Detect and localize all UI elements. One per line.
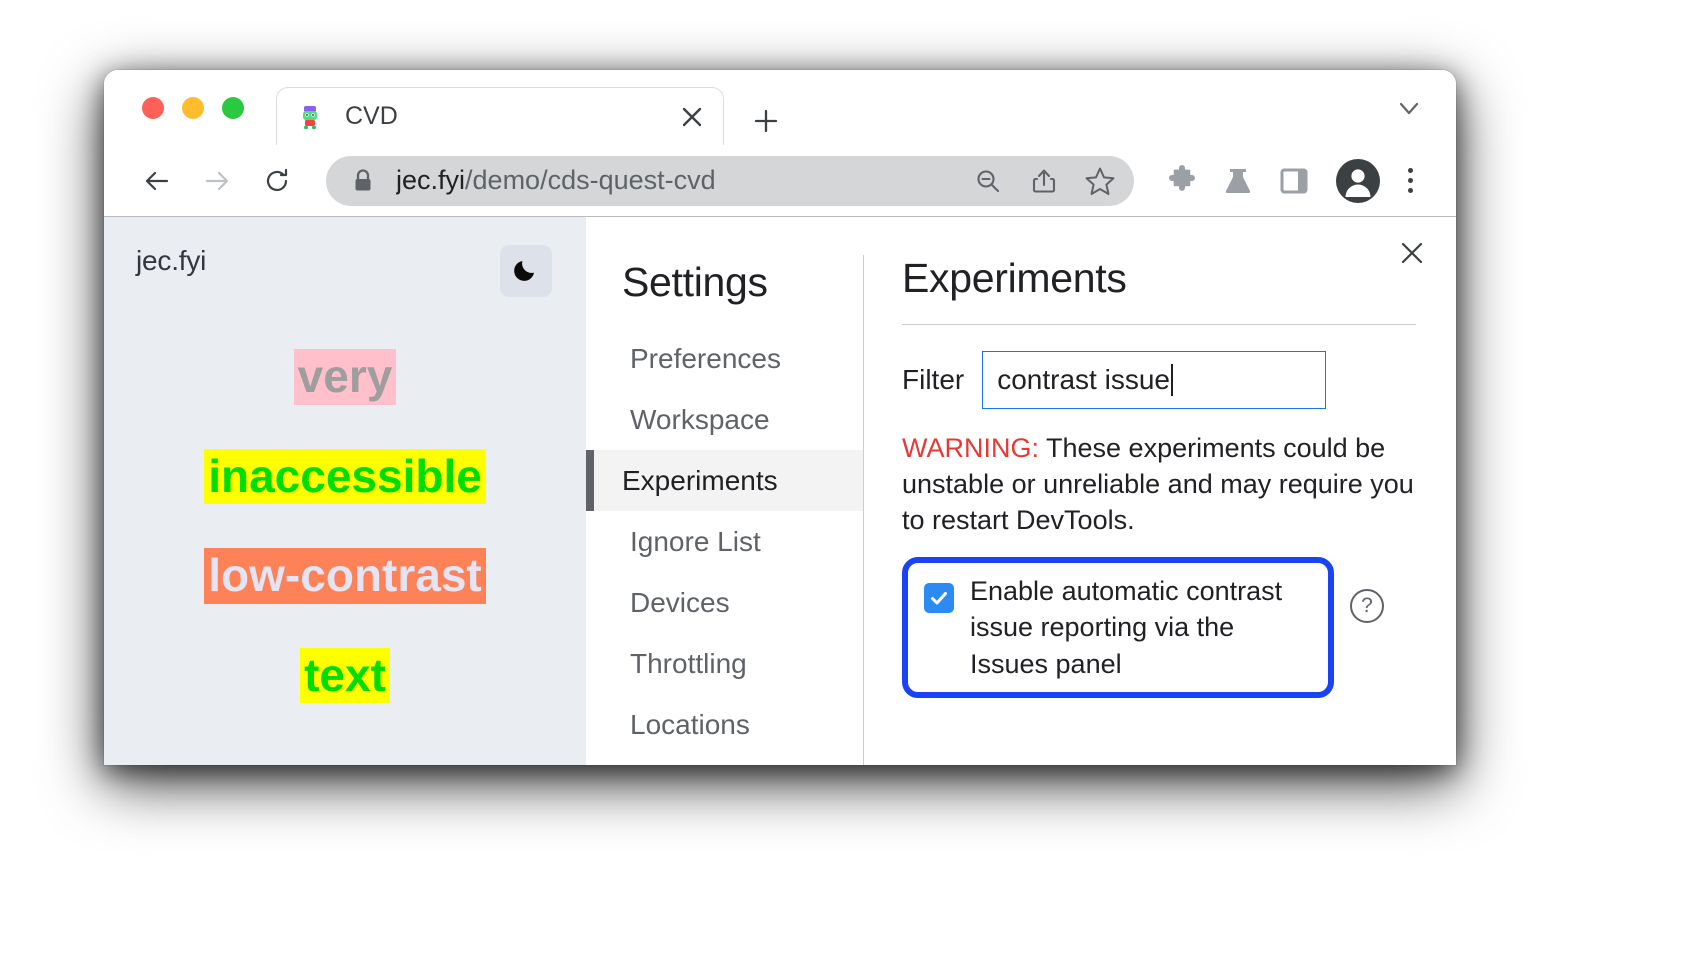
warning-label: WARNING: (902, 433, 1039, 463)
checkbox-checked-icon[interactable] (924, 583, 954, 613)
settings-body: Settings Preferences Workspace Experimen… (586, 217, 1456, 765)
demo-word-text: text (300, 648, 390, 704)
star-icon[interactable] (1074, 159, 1126, 203)
close-icon[interactable] (675, 100, 709, 134)
three-dot-menu-icon[interactable] (1390, 157, 1430, 205)
dark-mode-toggle[interactable] (500, 245, 552, 297)
text-caret (1171, 364, 1173, 396)
warning-text: WARNING: These experiments could be unst… (902, 431, 1416, 539)
omnibox-actions (962, 159, 1126, 203)
zoom-out-icon[interactable] (962, 159, 1014, 203)
filter-label: Filter (902, 364, 964, 396)
sidebar-item-ignore-list[interactable]: Ignore List (586, 511, 863, 572)
tab-strip: CVD (104, 70, 1456, 145)
window-minimize-button[interactable] (182, 97, 204, 119)
experiment-checkbox-row[interactable]: Enable automatic contrast issue reportin… (924, 573, 1312, 682)
reload-icon[interactable] (254, 158, 300, 204)
help-icon[interactable]: ? (1350, 589, 1384, 623)
tab-title: CVD (345, 102, 675, 131)
sidebar-item-workspace[interactable]: Workspace (586, 389, 863, 450)
share-icon[interactable] (1018, 159, 1070, 203)
address-bar-url: jec.fyi/demo/cds-quest-cvd (396, 165, 962, 196)
demo-word-low-contrast: low-contrast (204, 548, 485, 604)
web-page-viewport: jec.fyi very inaccessible low-contrast t… (104, 217, 586, 765)
sidebar-item-preferences[interactable]: Preferences (586, 328, 863, 389)
new-tab-button[interactable] (746, 101, 786, 141)
url-domain: jec.fyi (396, 165, 465, 195)
sidebar-item-throttling[interactable]: Throttling (586, 633, 863, 694)
site-logo[interactable]: jec.fyi (136, 245, 206, 277)
moon-icon (512, 255, 540, 288)
window-close-button[interactable] (142, 97, 164, 119)
filter-row: Filter contrast issue (902, 351, 1416, 409)
browser-tab[interactable]: CVD (276, 87, 724, 145)
address-bar[interactable]: jec.fyi/demo/cds-quest-cvd (326, 156, 1134, 206)
side-panel-icon[interactable] (1268, 157, 1320, 205)
back-arrow-icon[interactable] (134, 158, 180, 204)
browser-toolbar: jec.fyi/demo/cds-quest-cvd (104, 145, 1456, 217)
puzzle-piece-icon[interactable] (1156, 157, 1208, 205)
menu-dots (1408, 168, 1413, 193)
demo-word-very: very (294, 349, 397, 405)
search-input[interactable]: contrast issue (982, 351, 1326, 409)
forward-arrow-icon[interactable] (194, 158, 240, 204)
chevron-down-icon[interactable] (1392, 91, 1426, 125)
help-wrapper: ? (1350, 557, 1384, 623)
page-header: jec.fyi (104, 217, 586, 297)
panel-heading: Experiments (902, 255, 1416, 325)
filter-input-value: contrast issue (997, 364, 1170, 396)
close-icon[interactable] (1394, 235, 1430, 271)
window-content: jec.fyi very inaccessible low-contrast t… (104, 217, 1456, 765)
sidebar-item-locations[interactable]: Locations (586, 694, 863, 755)
browser-window: CVD (104, 70, 1456, 765)
sidebar-item-devices[interactable]: Devices (586, 572, 863, 633)
flask-icon[interactable] (1212, 157, 1264, 205)
sidebar-item-experiments[interactable]: Experiments (586, 450, 863, 511)
settings-sidebar: Settings Preferences Workspace Experimen… (586, 255, 864, 765)
account-avatar-icon[interactable] (1332, 155, 1384, 207)
contrast-demo-list: very inaccessible low-contrast text (104, 349, 586, 703)
settings-title: Settings (586, 259, 863, 328)
screenshot-stage: CVD (0, 0, 1692, 974)
lock-icon (352, 168, 374, 194)
highlight-annotation-box: Enable automatic contrast issue reportin… (902, 557, 1334, 698)
devtools-settings-dialog: Settings Preferences Workspace Experimen… (586, 217, 1456, 765)
experiment-row: Enable automatic contrast issue reportin… (902, 557, 1416, 698)
window-maximize-button[interactable] (222, 97, 244, 119)
experiments-panel: Experiments Filter contrast issue WARNIN… (864, 255, 1456, 765)
dino-avatar-icon (297, 104, 323, 130)
traffic-lights (104, 97, 244, 119)
demo-word-inaccessible: inaccessible (204, 449, 486, 505)
url-path: /demo/cds-quest-cvd (465, 165, 716, 195)
experiment-label: Enable automatic contrast issue reportin… (970, 573, 1312, 682)
